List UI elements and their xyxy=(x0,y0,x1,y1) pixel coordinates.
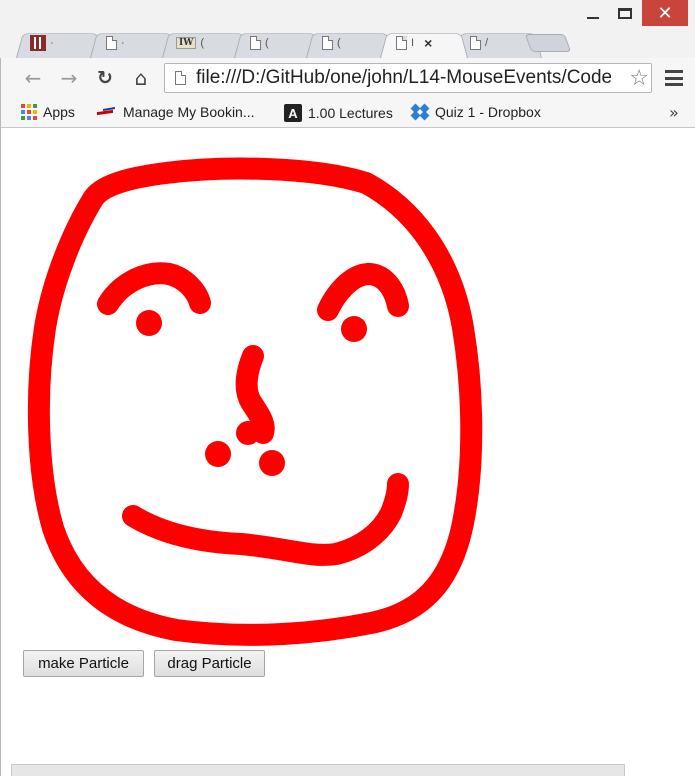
bookmarks-overflow-button[interactable]: » xyxy=(669,103,679,122)
arrow-right-icon: → xyxy=(60,66,78,90)
nostril-left-dot xyxy=(205,441,231,467)
tab-3-content: IW ( xyxy=(176,34,204,52)
mouth-line xyxy=(122,473,409,566)
reload-button[interactable]: ↻ xyxy=(93,66,117,90)
page-content: make Particle drag Particle xyxy=(0,128,695,776)
tab-label: · xyxy=(50,37,54,49)
document-icon xyxy=(470,36,481,50)
tab-strip: · · IW ( ( ( I × / xyxy=(14,26,614,58)
airline-icon xyxy=(97,107,117,117)
new-tab-button[interactable] xyxy=(524,34,572,52)
arrow-left-icon: ← xyxy=(24,66,42,90)
browser-toolbar: ← → ↻ ⌂ file:///D:/GitHub/one/john/L14-M… xyxy=(0,58,695,98)
tab-2-content: · xyxy=(106,34,125,52)
bookmarks-bar: Apps Manage My Bookin... A 1.00 Lectures… xyxy=(0,98,695,128)
close-window-button[interactable]: ✕ xyxy=(642,0,688,26)
right-eyebrow xyxy=(317,263,409,321)
document-icon xyxy=(250,36,261,50)
tab-7-content: / xyxy=(470,34,488,52)
address-bar[interactable]: file:///D:/GitHub/one/john/L14-MouseEven… xyxy=(164,63,652,93)
left-eyebrow xyxy=(97,262,211,315)
url-text[interactable]: file:///D:/GitHub/one/john/L14-MouseEven… xyxy=(196,67,611,89)
chrome-menu-button[interactable] xyxy=(665,70,683,86)
nose-dot xyxy=(236,421,260,445)
maximize-button[interactable] xyxy=(610,0,640,26)
maximize-icon xyxy=(618,7,632,19)
home-button[interactable]: ⌂ xyxy=(129,66,153,90)
nostril-right-dot xyxy=(259,450,285,476)
minimize-icon xyxy=(587,17,599,19)
a-letter-icon: A xyxy=(284,104,302,122)
drag-particle-button[interactable]: drag Particle xyxy=(154,650,265,677)
tab-label: · xyxy=(121,37,125,49)
tab-label: / xyxy=(485,37,489,49)
bookmark-apps[interactable]: Apps xyxy=(21,104,75,120)
close-tab-icon[interactable]: × xyxy=(424,35,432,51)
bookmark-label: 1.00 Lectures xyxy=(308,105,393,121)
bookmark-star-icon[interactable]: ☆ xyxy=(629,66,649,91)
document-icon xyxy=(396,36,407,50)
tab-label: ( xyxy=(337,37,341,49)
tab-label: ( xyxy=(200,37,204,49)
page-info-icon[interactable] xyxy=(175,71,186,85)
bookmark-label: Quiz 1 - Dropbox xyxy=(435,104,541,120)
tab-active-content: I × xyxy=(396,34,432,52)
horizontal-scrollbar[interactable] xyxy=(11,764,625,776)
bookmark-label: Manage My Bookin... xyxy=(123,104,255,120)
make-particle-button[interactable]: make Particle xyxy=(23,650,144,677)
title-bar: ✕ · · IW ( ( (I × / xyxy=(0,0,695,58)
site-favicon-icon xyxy=(30,35,46,51)
minimize-button[interactable] xyxy=(578,0,608,26)
menu-bar-icon xyxy=(665,70,683,73)
reload-icon: ↻ xyxy=(97,67,113,89)
home-icon: ⌂ xyxy=(134,66,148,90)
menu-bar-icon xyxy=(665,83,683,86)
forward-button[interactable]: → xyxy=(57,66,81,90)
bookmark-lectures[interactable]: A 1.00 Lectures xyxy=(284,104,393,122)
right-eye-dot xyxy=(341,316,367,342)
back-button[interactable]: ← xyxy=(21,66,45,90)
tab-label: I xyxy=(411,37,415,49)
iw-favicon-icon: IW xyxy=(176,37,197,49)
menu-bar-icon xyxy=(665,76,683,80)
bookmark-label: Apps xyxy=(43,104,75,120)
document-icon xyxy=(322,36,333,50)
apps-grid-icon xyxy=(21,104,37,120)
dropbox-icon xyxy=(410,103,430,121)
tab-1-content: · xyxy=(30,34,54,52)
tab-label: ( xyxy=(265,37,269,49)
document-icon xyxy=(106,36,117,50)
bookmark-dropbox[interactable]: Quiz 1 - Dropbox xyxy=(410,103,541,121)
tab-4-content: ( xyxy=(250,34,269,52)
tab-5-content: ( xyxy=(322,34,341,52)
bookmark-manage-booking[interactable]: Manage My Bookin... xyxy=(97,104,255,120)
close-icon: ✕ xyxy=(657,2,673,24)
left-eye-dot xyxy=(136,310,162,336)
